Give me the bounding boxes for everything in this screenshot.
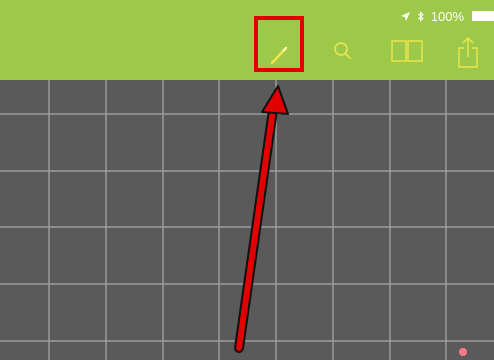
location-arrow-icon [400, 11, 411, 22]
book-icon [390, 38, 424, 69]
share-icon [456, 35, 480, 74]
battery-percentage: 100% [430, 8, 464, 24]
bluetooth-icon [417, 10, 425, 23]
edit-button-highlight [254, 16, 304, 72]
status-bar: 100% [400, 8, 494, 24]
page-indicator-dot [459, 348, 467, 356]
share-button[interactable] [453, 34, 483, 74]
search-button[interactable] [328, 38, 358, 68]
grid-canvas[interactable] [0, 80, 494, 360]
book-button[interactable] [387, 36, 427, 70]
battery-icon [472, 11, 494, 21]
search-icon [332, 40, 354, 67]
top-toolbar: 100% [0, 0, 494, 80]
